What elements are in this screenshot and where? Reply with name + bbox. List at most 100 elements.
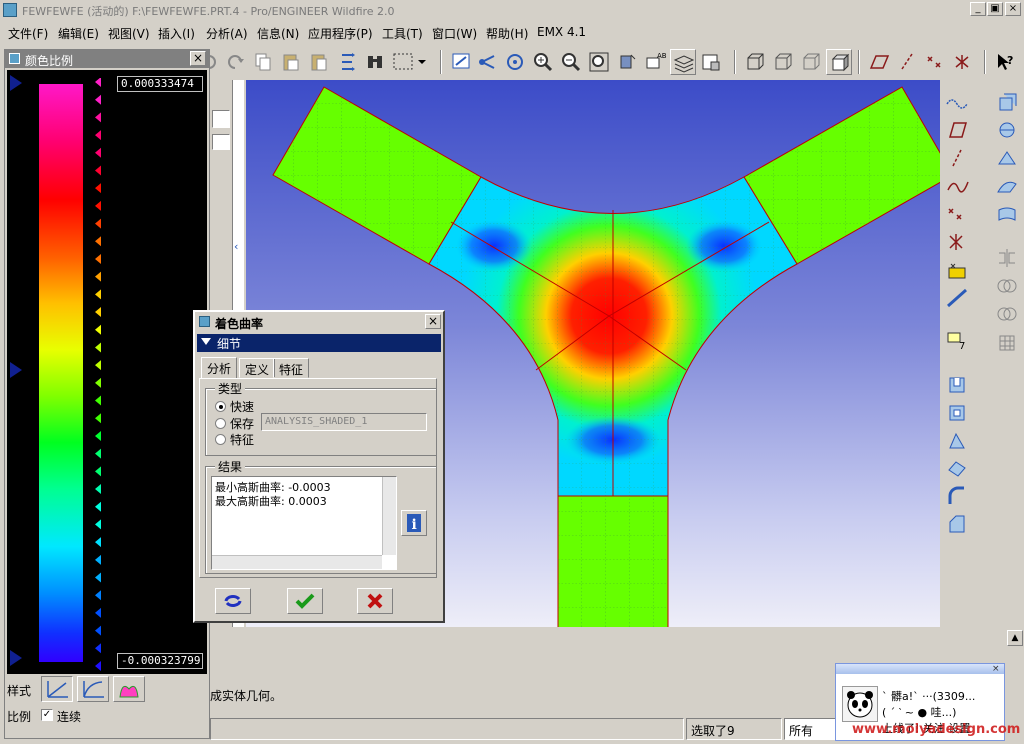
message-area: 成实体几何。 <box>210 627 836 717</box>
revolve-icon[interactable] <box>944 400 970 424</box>
result-vscroll[interactable] <box>382 477 396 555</box>
draft-icon[interactable] <box>994 174 1020 198</box>
rib-icon[interactable] <box>994 146 1020 170</box>
regenerate-icon[interactable] <box>334 49 360 75</box>
menu-edit[interactable]: 编辑(E) <box>58 25 99 42</box>
result-textbox[interactable]: 最小高斯曲率: -0.0003 最大高斯曲率: 0.0003 <box>211 476 397 570</box>
cancel-button[interactable] <box>357 588 393 614</box>
datum-axes-icon[interactable] <box>894 49 920 75</box>
max-pointer-icon[interactable] <box>9 74 23 95</box>
shading-icon[interactable] <box>826 49 852 75</box>
saved-views-icon[interactable]: AB <box>642 49 668 75</box>
paste-special-icon[interactable] <box>306 49 332 75</box>
color-tick-marker <box>95 165 101 176</box>
result-hscroll[interactable] <box>212 555 382 569</box>
no-hidden-icon[interactable] <box>798 49 824 75</box>
refit-icon[interactable] <box>586 49 612 75</box>
datum-points-icon[interactable] <box>922 49 948 75</box>
trim-icon[interactable] <box>994 302 1020 326</box>
scroll-up-arrow-icon[interactable]: ▲ <box>1007 630 1023 646</box>
view-manager-icon[interactable] <box>614 49 640 75</box>
sweep-icon[interactable] <box>944 428 970 452</box>
find-icon[interactable] <box>362 49 388 75</box>
hidden-line-icon[interactable] <box>770 49 796 75</box>
datum-curve-tool-icon[interactable] <box>944 174 970 198</box>
menu-info[interactable]: 信息(N) <box>257 25 299 42</box>
round-icon[interactable] <box>944 484 970 508</box>
menu-file[interactable]: 文件(F) <box>8 25 48 42</box>
coordinate-systems-icon[interactable] <box>950 49 976 75</box>
minimize-button[interactable]: _ <box>970 2 986 16</box>
menu-analysis[interactable]: 分析(A) <box>206 25 248 42</box>
merge-icon[interactable] <box>994 274 1020 298</box>
redo-icon[interactable] <box>222 49 248 75</box>
type-quick-radio[interactable] <box>215 401 226 412</box>
datum-axis-tool-icon[interactable] <box>944 146 970 170</box>
type-feature-radio[interactable] <box>215 434 226 445</box>
mid-pointer-icon[interactable] <box>9 361 23 382</box>
datum-planes-icon[interactable] <box>866 49 892 75</box>
menu-insert[interactable]: 插入(I) <box>158 25 195 42</box>
tab-feature[interactable]: 特征 <box>273 358 310 378</box>
style-log-button[interactable] <box>77 676 109 702</box>
menu-emx[interactable]: EMX 4.1 <box>537 25 586 39</box>
boundary-blend-icon[interactable] <box>994 202 1020 226</box>
min-value-field[interactable]: -0.000323799 <box>117 653 203 669</box>
zoom-in-icon[interactable] <box>530 49 556 75</box>
measure-tool-icon[interactable] <box>944 286 970 310</box>
orient-icon[interactable] <box>502 49 528 75</box>
menu-applications[interactable]: 应用程序(P) <box>308 25 373 42</box>
repaint-button[interactable] <box>215 588 251 614</box>
paste-icon[interactable] <box>278 49 304 75</box>
mirror-icon[interactable] <box>994 246 1020 270</box>
datum-point-tool-icon[interactable] <box>944 202 979 226</box>
note-tool-icon[interactable]: 7 <box>944 328 970 352</box>
color-tick-marker <box>95 413 101 424</box>
wireframe-icon[interactable] <box>742 49 768 75</box>
spin-center-icon[interactable] <box>474 49 500 75</box>
menu-view[interactable]: 视图(V) <box>108 25 150 42</box>
blend-icon[interactable] <box>944 456 970 480</box>
details-section-header[interactable]: 细节 <box>197 334 441 352</box>
tree-dropdown[interactable] <box>212 110 230 128</box>
sketch-datum-icon[interactable] <box>944 90 970 114</box>
im-notification-popup[interactable]: × ` 髒a!` ···(3309... ( ´ ‵ ~ ● 哇...) 上线了… <box>835 663 1020 741</box>
chevron-down-icon[interactable] <box>416 49 428 75</box>
dialog-close-button[interactable]: × <box>425 314 441 329</box>
tab-analysis[interactable]: 分析 <box>201 357 238 379</box>
select-box-icon[interactable] <box>390 49 416 75</box>
hole-icon[interactable] <box>994 90 1020 114</box>
ok-button[interactable] <box>287 588 323 614</box>
style-linear-button[interactable] <box>41 676 73 702</box>
extrude-icon[interactable] <box>944 372 970 396</box>
maximize-button[interactable]: ▣ <box>987 2 1003 16</box>
datum-plane-tool-icon[interactable] <box>944 118 970 142</box>
model-tree-icon[interactable] <box>698 49 724 75</box>
collapse-arrow-icon[interactable]: ‹ <box>234 240 242 256</box>
shell-icon[interactable] <box>994 118 1020 142</box>
menu-window[interactable]: 窗口(W) <box>432 25 477 42</box>
type-saved-radio[interactable] <box>215 418 226 429</box>
min-pointer-icon[interactable] <box>9 649 23 670</box>
layers-icon[interactable] <box>670 49 696 75</box>
max-value-field[interactable]: 0.000333474 <box>117 76 203 92</box>
tab-definition[interactable]: 定义 <box>239 358 276 378</box>
analysis-feature-icon[interactable] <box>944 258 970 282</box>
coordinate-system-tool-icon[interactable] <box>944 230 970 254</box>
context-help-icon[interactable]: ? <box>992 49 1018 75</box>
tree-filter[interactable] <box>212 134 230 150</box>
menu-tools[interactable]: 工具(T) <box>382 25 423 42</box>
menu-help[interactable]: 帮助(H) <box>486 25 528 42</box>
pattern-icon[interactable] <box>994 330 1020 354</box>
scale-close-button[interactable]: × <box>190 51 206 66</box>
info-button[interactable]: i <box>401 510 427 536</box>
style-exp-button[interactable] <box>113 676 145 702</box>
color-tick-marker <box>95 200 101 211</box>
chamfer-icon[interactable] <box>944 512 970 536</box>
zoom-out-icon[interactable] <box>558 49 584 75</box>
repaint-icon[interactable] <box>448 49 474 75</box>
analysis-name-field[interactable]: ANALYSIS_SHADED_1 <box>261 413 427 431</box>
popup-close-icon[interactable]: × <box>992 664 1000 674</box>
close-button[interactable]: × <box>1005 2 1021 16</box>
copy-icon[interactable] <box>250 49 276 75</box>
